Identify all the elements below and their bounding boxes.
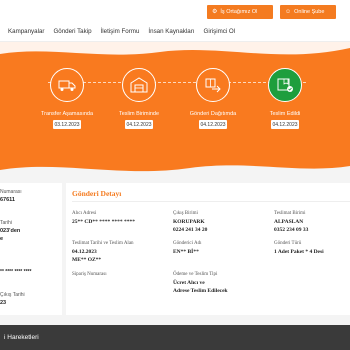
payment-type-label: Ödeme ve Teslim Tipi (173, 272, 218, 277)
bottom-wave-decoration (0, 165, 350, 180)
warehouse-icon (122, 68, 156, 102)
nav-item-campaigns[interactable]: Kampanyalar (8, 28, 44, 35)
delivered-box-icon (268, 68, 302, 102)
nav-item-shipment-tracking[interactable]: Gönderi Takip (53, 28, 91, 35)
nav-item-human-resources[interactable]: İnsan Kaynakları (148, 28, 194, 35)
recipient-address-label: Alıcı Adresi (72, 211, 97, 216)
movements-title: i Hareketleri (4, 334, 39, 341)
handshake-icon: ⚙ (212, 9, 218, 15)
payment-type-value: Ücret Alıcı ve Adrese Teslim Edilecek (173, 280, 228, 294)
step-delivery-unit: Teslim Biriminde 04.12.2023 (107, 68, 171, 129)
step-delivered: Teslim Edildi 04.12.2023 (253, 68, 317, 129)
origin-unit-label: Çıkış Birimi (173, 211, 198, 216)
online-branch-label: Online Şube (294, 9, 325, 15)
summary-extra-value: e (0, 236, 4, 242)
package-delivery-icon (196, 68, 230, 102)
summary-value: 23 (0, 300, 7, 306)
online-branch-button[interactable]: ☺ Online Şube (280, 5, 336, 19)
tracking-progress: Transfer Aşamasında 03.12.2023 Teslim Bi… (0, 42, 350, 180)
step-label: Gönderi Dağıtımda (189, 111, 237, 117)
step-label: Teslim Biriminde (118, 111, 160, 117)
detail-title: Gönderi Detayı (72, 189, 122, 198)
partner-button[interactable]: ⚙ İş Ortağımız Ol (207, 5, 273, 19)
order-number-label: Sipariş Numarası (72, 272, 107, 277)
summary-label: Numarası (0, 189, 22, 195)
step-out-for-delivery: Gönderi Dağıtımda 04.12.2023 (181, 68, 245, 129)
delivery-unit-label: Teslimat Birimi (274, 211, 306, 216)
shipment-type-value: 1 Adet Paket * 4 Desi (274, 249, 324, 255)
main-nav: Kampanyalar Gönderi Takip İletişim Formu… (0, 22, 350, 42)
recipient-address-value: 25** CD** **** **** **** (72, 219, 135, 225)
step-transfer: Transfer Aşamasında 03.12.2023 (35, 68, 99, 129)
sender-name-label: Gönderici Adı (173, 241, 202, 246)
step-label: Teslim Edildi (269, 111, 301, 117)
summary-value: 67611 (0, 197, 15, 203)
step-date: 03.12.2023 (53, 120, 81, 129)
top-wave-decoration (0, 42, 350, 55)
summary-value: 023'den (0, 228, 21, 234)
shipment-detail-panel: Gönderi Detayı Alıcı Adresi 25** CD** **… (66, 183, 350, 315)
summary-label: Çıkış Tarihi (0, 292, 25, 298)
partner-button-label: İş Ortağımız Ol (220, 9, 258, 15)
shipment-summary-card: Numarası 67611 Tarihi 023'den e ** **** … (0, 183, 62, 315)
delivery-date-label: Teslimat Tarihi ve Teslim Alan (72, 241, 134, 246)
summary-value: ** **** **** **** (0, 269, 32, 275)
detail-divider (72, 201, 350, 202)
origin-unit-value: KORUPARK 0224 241 34 20 (173, 219, 208, 233)
shipment-type-label: Gönderi Türü (274, 241, 302, 246)
nav-item-entrepreneur[interactable]: Girişimci Ol (204, 28, 236, 35)
shipment-movements-header[interactable]: i Hareketleri (0, 325, 350, 350)
top-bar: ⚙ İş Ortağımız Ol ☺ Online Şube (0, 0, 350, 22)
delivery-unit-value: ALPASLAN 0352 234 09 33 (274, 219, 309, 233)
summary-label: Tarihi (0, 220, 12, 226)
delivery-date-value: 04.12.2023 ME** OZ** (72, 249, 102, 263)
step-date: 04.12.2023 (271, 120, 299, 129)
step-date: 04.12.2023 (199, 120, 227, 129)
step-label: Transfer Aşamasında (40, 111, 94, 117)
user-icon: ☺ (285, 9, 292, 15)
nav-item-contact-form[interactable]: İletişim Formu (101, 28, 140, 35)
truck-icon (50, 68, 84, 102)
sender-name-value: EN** Bİ** (173, 249, 199, 255)
step-date: 04.12.2023 (125, 120, 153, 129)
